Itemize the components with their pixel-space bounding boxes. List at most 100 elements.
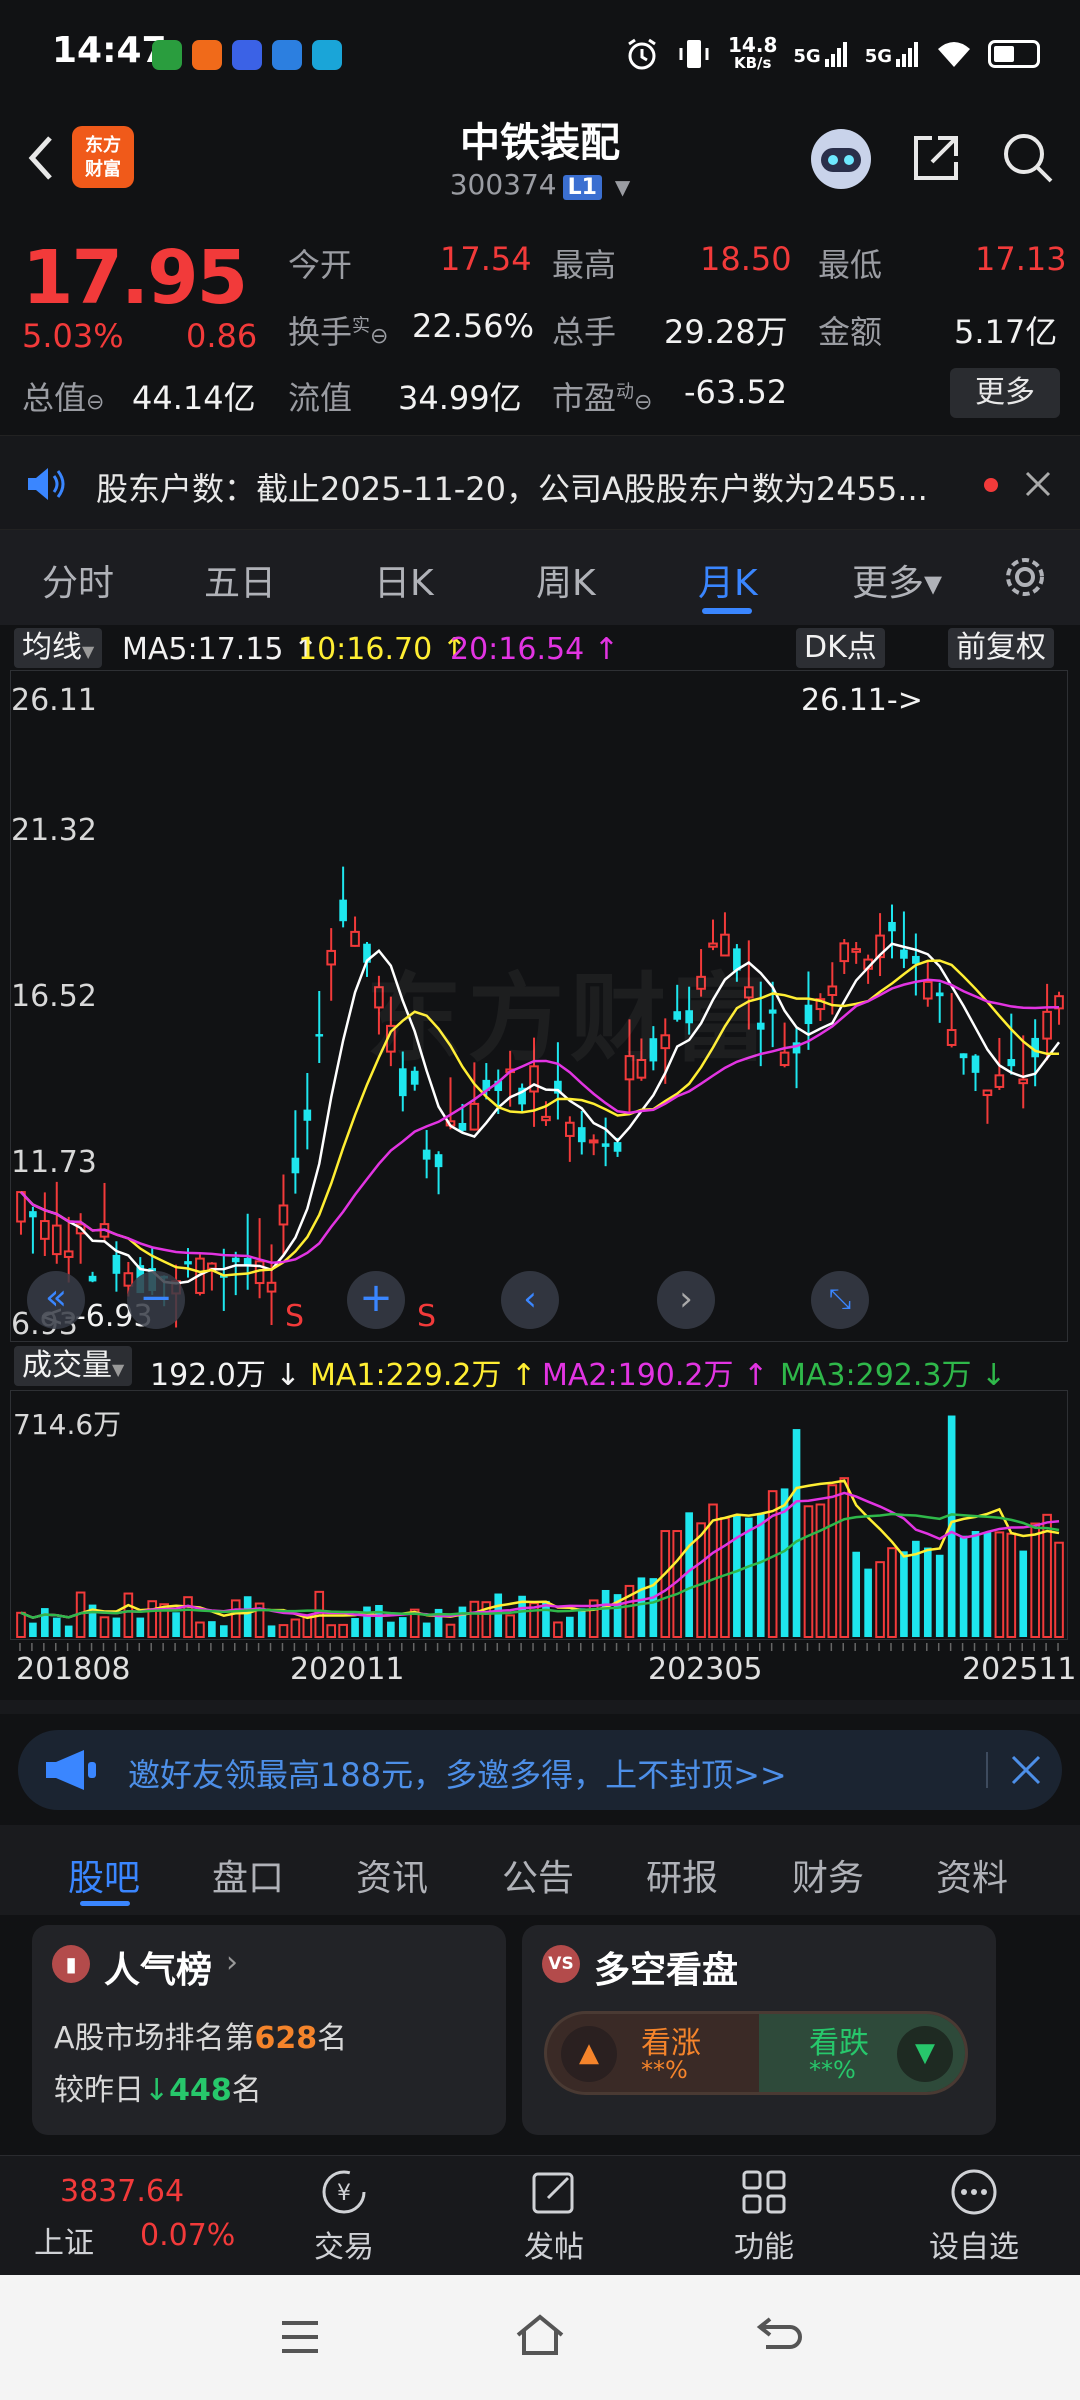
ma-selector-label: 均线 — [22, 630, 82, 665]
volume-bar — [923, 1547, 932, 1637]
scroll-left-button[interactable]: ‹ — [501, 1271, 559, 1329]
vol-ma3-readout: MA3:292.3万 ↓ — [780, 1358, 1007, 1393]
pe-label-text: 市盈 — [552, 379, 617, 417]
back-icon[interactable] — [756, 2315, 804, 2357]
tab-monthly-k[interactable]: 月K — [698, 554, 758, 606]
volume-bar — [195, 1621, 205, 1639]
active-tab-indicator — [702, 608, 752, 614]
volume-bar — [326, 1624, 337, 1638]
status-bar: 14:47 14.8 KB/s 5G 5G — [0, 0, 1080, 110]
zoom-out-button[interactable]: − — [127, 1271, 185, 1329]
volume-bar — [112, 1617, 121, 1637]
promo-banner[interactable]: 邀好友领最高188元，多邀多得，上不封顶>> — [18, 1730, 1062, 1810]
tab-announcements[interactable]: 公告 — [502, 1849, 574, 1901]
tab-weekly-k[interactable]: 周K — [536, 554, 596, 606]
x-date: 202511 — [962, 1652, 1077, 1687]
nav-post[interactable]: 发帖 — [484, 2156, 624, 2276]
share-icon[interactable] — [908, 130, 964, 186]
tab-more[interactable]: 更多▾ — [852, 554, 942, 606]
rank-change-line: 较昨日↓448名 — [54, 2065, 262, 2109]
tab-news[interactable]: 资讯 — [356, 1849, 428, 1901]
candle-body — [839, 942, 850, 963]
ma-selector[interactable]: 均线▼ — [14, 628, 103, 668]
volume-bar — [900, 1551, 908, 1637]
bull-button[interactable]: ▲ — [561, 2026, 617, 2082]
candle-body — [565, 1121, 575, 1137]
caret-icon: ▼ — [112, 1360, 125, 1379]
candle-body — [601, 1143, 610, 1147]
volume-bar — [183, 1596, 193, 1638]
unread-dot — [984, 478, 998, 492]
bottom-nav: 3837.64 上证 0.07% ¥ 交易 发帖 功能 设自选 — [0, 2155, 1080, 2275]
volume-selector[interactable]: 成交量▼ — [14, 1346, 133, 1386]
index-value: 3837.64 — [60, 2174, 185, 2209]
dk-point-button[interactable]: DK点 — [796, 628, 885, 668]
divider — [986, 1752, 988, 1788]
close-icon[interactable] — [1024, 470, 1052, 498]
nav-label: 设自选 — [929, 2230, 1019, 2265]
volume-bar — [469, 1600, 480, 1638]
volume-chart[interactable]: 714.6万 — [10, 1390, 1068, 1640]
x-date: 202011 — [290, 1652, 405, 1687]
x-date: 201808 — [16, 1652, 131, 1687]
popularity-card[interactable]: ▮ 人气榜 › A股市场排名第628名 较昨日↓448名 — [32, 1925, 506, 2135]
close-icon[interactable] — [1010, 1754, 1042, 1786]
tab-daily-k[interactable]: 日K — [374, 554, 434, 606]
kline-chart[interactable]: 东方财富 26.11 21.32 16.52 11.73 6.93 26.11-… — [10, 670, 1068, 1342]
volume-bar — [792, 1429, 801, 1637]
candle-body — [315, 1034, 324, 1037]
tab-research[interactable]: 研报 — [646, 1849, 718, 1901]
candle-body — [827, 985, 838, 997]
more-button[interactable]: 更多 — [950, 368, 1060, 418]
volume-bar — [1006, 1532, 1017, 1638]
candle-body — [959, 1053, 968, 1059]
candle-body — [231, 1257, 240, 1263]
adjust-button[interactable]: 前复权 — [948, 628, 1054, 668]
last-price: 17.95 — [22, 235, 248, 321]
tab-five-day[interactable]: 五日 — [204, 554, 276, 606]
candle-body — [900, 949, 908, 959]
robot-assistant-icon[interactable] — [806, 124, 876, 194]
time-axis-ticks — [19, 1643, 1059, 1651]
volume-selector-label: 成交量 — [22, 1348, 112, 1383]
quote-panel: 17.95 5.03% 0.86 总值⊖ 44.14亿 今开 17.54 最高 … — [0, 225, 1080, 430]
nav-functions[interactable]: 功能 — [694, 2156, 834, 2276]
menu-icon[interactable] — [278, 2317, 322, 2357]
tab-order-book[interactable]: 盘口 — [212, 1849, 284, 1901]
scroll-left-fast-button[interactable]: « — [27, 1271, 85, 1329]
zoom-in-button[interactable]: + — [347, 1271, 405, 1329]
volume-bar — [351, 1618, 359, 1637]
candle-body — [51, 1224, 62, 1256]
volume-bar — [219, 1625, 228, 1637]
volume-bar — [852, 1551, 861, 1637]
volume-bar — [41, 1608, 49, 1637]
fullscreen-button[interactable]: ⤡ — [811, 1271, 869, 1329]
volume-bar — [720, 1517, 730, 1638]
signal-icon — [896, 42, 918, 67]
settings-gear-icon[interactable] — [1000, 552, 1050, 602]
candle-body — [912, 955, 920, 964]
volume-bar — [147, 1600, 158, 1639]
app-notification-icon — [312, 40, 342, 70]
open-value: 17.54 — [440, 240, 532, 278]
volume-bar — [99, 1616, 110, 1639]
notice-bar[interactable]: 股东户数：截止2025-11-20，公司A股股东户数为2455... — [0, 435, 1080, 530]
nav-trade[interactable]: ¥ 交易 — [274, 2156, 414, 2276]
index-ticker[interactable]: 3837.64 上证 0.07% — [0, 2156, 235, 2276]
bear-button[interactable]: ▼ — [897, 2026, 953, 2082]
tab-profile[interactable]: 资料 — [936, 1849, 1008, 1901]
home-icon[interactable] — [514, 2313, 566, 2357]
tab-intraday[interactable]: 分时 — [42, 554, 114, 606]
watermark: 东方财富 — [366, 963, 774, 1075]
pe-label: 市盈动⊖ — [552, 373, 652, 419]
volume-bar — [398, 1617, 407, 1637]
volume-bar — [458, 1606, 467, 1637]
volume-readout: 192.0万 ↓ — [150, 1358, 301, 1393]
volume-bar — [827, 1484, 838, 1639]
tab-financials[interactable]: 财务 — [792, 1849, 864, 1901]
tab-forum[interactable]: 股吧 — [68, 1849, 140, 1901]
change-suffix: 名 — [231, 2073, 262, 2108]
search-icon[interactable] — [1000, 130, 1056, 186]
scroll-right-button[interactable]: › — [657, 1271, 715, 1329]
nav-add-watchlist[interactable]: 设自选 — [904, 2156, 1044, 2276]
